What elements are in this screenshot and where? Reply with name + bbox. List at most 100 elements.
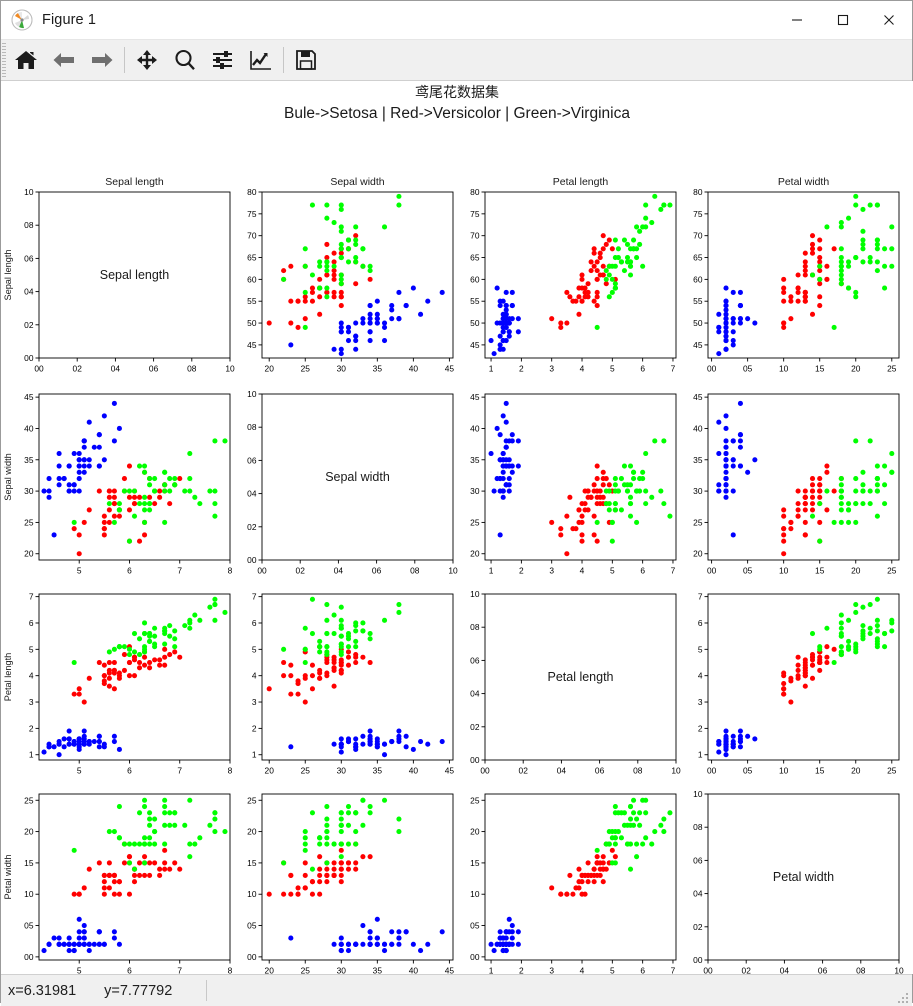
data-point (367, 810, 373, 816)
data-point (802, 532, 808, 538)
data-point (147, 482, 153, 488)
data-point (212, 617, 218, 623)
data-point (381, 324, 388, 330)
data-point (338, 254, 344, 261)
back-button[interactable] (45, 43, 83, 77)
data-point (609, 835, 615, 841)
data-point (737, 432, 743, 438)
subplot-r0-c3[interactable]: 00 05 10 15 20 25 45 50 55 60 65 70 75 80 Petal width (693, 176, 900, 374)
data-point (570, 298, 576, 304)
data-point (621, 482, 628, 488)
data-point (582, 501, 588, 507)
data-point (781, 686, 787, 692)
data-point (126, 891, 133, 897)
x-tick-label: 05 (743, 566, 753, 576)
data-point (71, 450, 77, 457)
x-tick-label: 7 (177, 966, 182, 975)
data-point (162, 519, 168, 525)
data-point (116, 891, 122, 897)
maximize-button[interactable] (820, 2, 866, 39)
data-point (618, 476, 624, 482)
minimize-button[interactable] (774, 2, 820, 39)
figure-canvas[interactable]: 鸢尾花数据集 Bule->Setosa | Red->Versicolor | … (1, 81, 913, 974)
data-point (266, 320, 272, 326)
data-point (594, 854, 600, 860)
x-tick-label: 1 (489, 966, 494, 975)
y-tick-label: 35 (24, 455, 34, 465)
data-point (101, 673, 107, 679)
home-button[interactable] (7, 43, 45, 77)
resize-grip-icon[interactable] (897, 992, 909, 1004)
data-point (567, 294, 573, 300)
data-point (381, 797, 388, 803)
data-point (558, 320, 564, 326)
data-point (51, 935, 57, 941)
y-tick-label: 65 (247, 253, 257, 263)
data-point (802, 665, 808, 671)
data-point (795, 272, 801, 278)
data-point (494, 285, 500, 291)
data-point (111, 438, 117, 444)
data-point (867, 630, 873, 637)
subplot-r2-c1[interactable]: 20 25 30 35 40 451234567 (252, 592, 455, 776)
data-point (506, 333, 512, 339)
data-point (126, 463, 133, 469)
close-button[interactable] (866, 2, 912, 39)
data-point (609, 519, 615, 525)
subplot-r0-c1[interactable]: 20 25 30 35 40 45 45 50 55 60 65 70 75 80 Sepal width (247, 176, 454, 374)
subplot-r1-c2[interactable]: 1 2 3 4 5 6 7202530354045 (470, 392, 677, 576)
data-point (506, 457, 512, 463)
edit-curves-button[interactable] (242, 43, 280, 77)
data-point (288, 744, 294, 750)
data-point (142, 463, 148, 469)
data-point (324, 617, 330, 623)
data-point (360, 854, 366, 860)
data-point (71, 691, 77, 697)
data-point (309, 202, 316, 208)
data-point (96, 860, 102, 866)
data-point (809, 675, 816, 681)
data-point (302, 246, 308, 252)
data-point (76, 463, 82, 469)
save-button[interactable] (287, 43, 325, 77)
data-point (338, 816, 344, 822)
pan-button[interactable] (128, 43, 166, 77)
data-point (324, 202, 330, 208)
data-point (71, 488, 77, 494)
data-point (570, 891, 576, 897)
data-point (817, 268, 823, 274)
scatter-matrix-figure[interactable]: 鸢尾花数据集 Bule->Setosa | Red->Versicolor | … (1, 81, 913, 974)
data-point (600, 860, 606, 866)
window-title: Figure 1 (42, 12, 96, 28)
data-point (594, 276, 600, 282)
data-point (288, 320, 294, 326)
zoom-button[interactable] (166, 43, 204, 77)
data-point (627, 463, 634, 469)
data-point (338, 860, 344, 866)
data-point (802, 263, 808, 269)
data-point (716, 324, 722, 330)
subplot-r2-c2[interactable]: 00 02 04 06 08 10 00 02 04 06 08 10 Petal length (470, 589, 681, 776)
data-point (295, 681, 301, 687)
subplot-r2-c3[interactable]: 00 05 10 15 20 25 1 2 3 4 5 6 7 (698, 592, 900, 776)
subplot-r3-c1[interactable]: 20 25 30 35 40 45 00 05 10 15 20 25 (247, 793, 454, 974)
data-point (136, 665, 143, 671)
data-point (585, 860, 591, 866)
configure-subplots-button[interactable] (204, 43, 242, 77)
subplot-r3-c3[interactable]: 00 02 04 06 08 10 00 02 04 06 08 10 Petal width (693, 789, 904, 974)
subplot-r0-c2[interactable]: 1 2 3 4 5 6 74550556065707580Petal length (470, 176, 677, 374)
data-point (591, 532, 597, 538)
data-point (609, 276, 615, 282)
data-point (612, 482, 618, 488)
data-point (874, 268, 880, 274)
subplot-r3-c2[interactable]: 1 2 3 4 5 6 7 00 05 10 15 20 25 (470, 793, 677, 975)
data-point (723, 303, 729, 309)
data-point (81, 941, 87, 947)
data-point (345, 636, 352, 642)
data-point (331, 659, 337, 666)
subplot-r1-c1[interactable]: 00 02 04 06 08 10 00 02 04 06 08 10 Sepal width (247, 389, 458, 576)
data-point (503, 444, 509, 450)
data-point (86, 739, 92, 745)
subplot-r1-c3[interactable]: 00 05 10 15 20 25 20 25 30 35 40 45 (693, 392, 900, 576)
forward-button[interactable] (83, 43, 121, 77)
